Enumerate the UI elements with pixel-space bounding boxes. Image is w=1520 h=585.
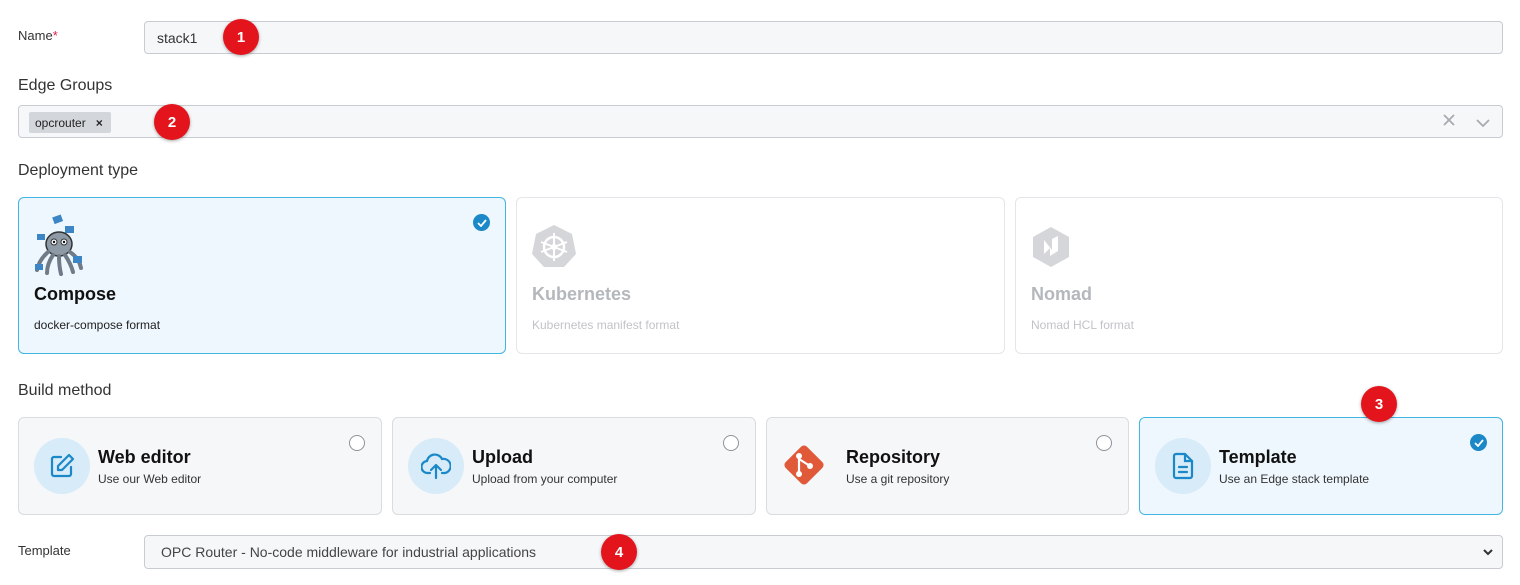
annotation-badge-3: 3	[1361, 386, 1397, 422]
file-text-icon	[1155, 438, 1211, 494]
name-label: Name*	[18, 28, 58, 43]
build-option-desc: Use our Web editor	[98, 472, 202, 486]
selected-check-icon	[473, 214, 490, 231]
template-select-value: OPC Router - No-code middleware for indu…	[161, 544, 537, 560]
radio-button[interactable]	[1096, 435, 1112, 451]
build-method-label: Build method	[18, 382, 112, 399]
selected-check-icon	[1470, 434, 1487, 451]
deployment-option-title: Nomad	[1031, 284, 1093, 304]
radio-button[interactable]	[349, 435, 365, 451]
name-input-value: stack1	[157, 29, 198, 46]
edge-groups-select[interactable]	[18, 105, 1503, 138]
build-option-desc: Use a git repository	[846, 472, 950, 486]
deployment-option-desc: Kubernetes manifest format	[532, 318, 680, 332]
build-option-desc: Upload from your computer	[472, 472, 618, 486]
deployment-option-compose[interactable]: Compose docker-compose format	[18, 197, 506, 354]
build-option-desc: Use an Edge stack template	[1219, 472, 1370, 486]
build-option-title: Upload	[472, 447, 533, 467]
build-option-title: Template	[1219, 447, 1297, 467]
build-option-title: Web editor	[98, 447, 191, 467]
deployment-option-nomad[interactable]: Nomad Nomad HCL format	[1015, 197, 1503, 354]
cloud-upload-icon	[408, 438, 464, 494]
template-label: Template	[18, 543, 71, 558]
annotation-badge-4: 4	[601, 534, 637, 570]
deployment-option-kubernetes[interactable]: Kubernetes Kubernetes manifest format	[516, 197, 1005, 354]
deployment-option-title: Compose	[34, 284, 117, 304]
deployment-option-desc: docker-compose format	[34, 318, 161, 332]
git-icon	[781, 442, 827, 493]
chevron-down-icon[interactable]	[1476, 116, 1490, 132]
deployment-option-desc: Nomad HCL format	[1031, 318, 1134, 332]
build-option-web-editor[interactable]: Web editor Use our Web editor	[18, 417, 382, 515]
template-select[interactable]: OPC Router - No-code middleware for indu…	[144, 535, 1503, 569]
build-option-template[interactable]: Template Use an Edge stack template	[1139, 417, 1503, 515]
clear-icon[interactable]	[1443, 114, 1455, 130]
build-option-repository[interactable]: Repository Use a git repository	[766, 417, 1129, 515]
edge-groups-label: Edge Groups	[18, 77, 113, 94]
deployment-type-label: Deployment type	[18, 162, 139, 179]
required-mark: *	[52, 28, 58, 43]
build-option-title: Repository	[846, 447, 941, 467]
radio-button[interactable]	[723, 435, 739, 451]
kubernetes-icon	[531, 224, 577, 273]
chevron-down-icon	[1482, 544, 1494, 563]
nomad-icon	[1031, 226, 1071, 273]
deployment-option-title: Kubernetes	[532, 284, 632, 304]
edge-group-tag-label: opcrouter	[35, 115, 86, 130]
edge-group-tag: opcrouter ×	[29, 112, 111, 133]
edit-icon	[34, 438, 90, 494]
build-option-upload[interactable]: Upload Upload from your computer	[392, 417, 756, 515]
remove-tag-icon[interactable]: ×	[96, 116, 103, 130]
docker-compose-octopus-icon	[33, 214, 85, 281]
annotation-badge-2: 2	[154, 104, 190, 140]
name-input[interactable]: stack1	[144, 21, 1503, 54]
annotation-badge-1: 1	[223, 19, 259, 55]
